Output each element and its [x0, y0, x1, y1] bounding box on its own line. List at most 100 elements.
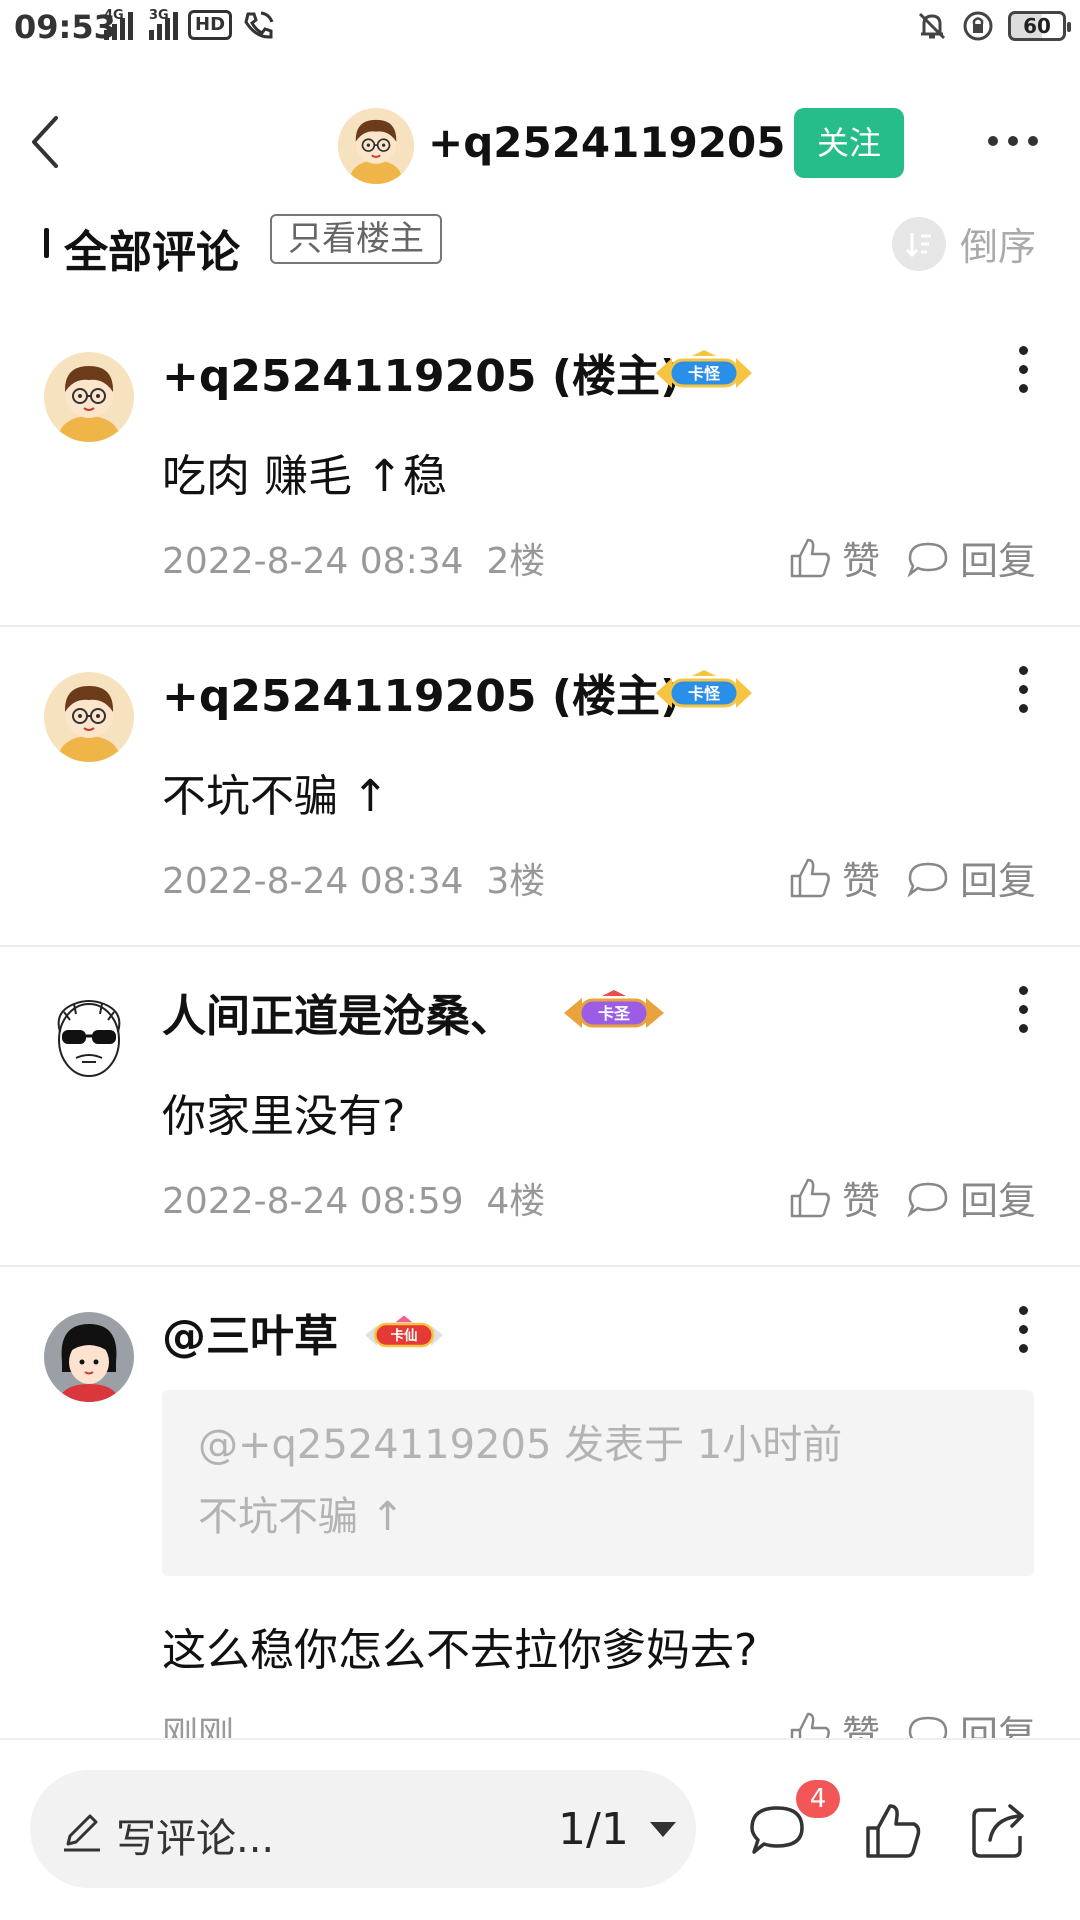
quote-text: 不坑不骗 ↑ [198, 1494, 405, 1540]
svg-text:卡圣: 卡圣 [598, 1004, 631, 1023]
reply-label: 回复 [959, 1713, 1036, 1738]
like-icon [790, 858, 830, 897]
more-icon[interactable] [988, 136, 1038, 146]
comment-text: 吃肉 赚毛 ↑稳 [162, 451, 447, 502]
page-dropdown-icon[interactable] [650, 1822, 676, 1837]
reply-icon [907, 1182, 948, 1218]
commenter-avatar[interactable] [44, 672, 134, 762]
reply-button[interactable]: 回复 [906, 530, 1036, 585]
pencil-icon [64, 1814, 100, 1852]
comment-item: +q2524119205 (楼主) 卡怪 吃肉 赚毛 ↑稳 2022-8-24 … [0, 340, 1080, 626]
comment-input[interactable]: 写评论... 1/1 [30, 1770, 696, 1888]
comment-floor: 2楼 [486, 541, 546, 582]
comment-menu-icon[interactable] [1019, 666, 1029, 713]
commenter-name[interactable]: +q2524119205 (楼主) [162, 660, 680, 724]
network-indicators: 4G 3G HD [104, 8, 276, 40]
comment-actions: 赞 回复 [788, 530, 1036, 585]
like-button[interactable]: 赞 [788, 530, 880, 585]
comment-menu-icon[interactable] [1019, 346, 1029, 393]
all-comments-title: 全部评论 [64, 227, 240, 278]
like-label: 赞 [841, 859, 880, 903]
like-label: 赞 [841, 1713, 880, 1738]
only-op-button[interactable]: 只看楼主 [270, 214, 442, 264]
quoted-comment[interactable]: @+q2524119205 发表于 1小时前 不坑不骗 ↑ [162, 1390, 1034, 1576]
comment-meta: 2022-8-24 08:59 4楼 [162, 1172, 545, 1224]
reply-button[interactable]: 回复 [906, 1704, 1036, 1738]
like-icon [790, 538, 830, 577]
commenter-name[interactable]: 人间正道是沧桑、 [162, 980, 514, 1044]
comment-meta: 2022-8-24 08:34 2楼 [162, 532, 545, 584]
battery-icon: 60 [1008, 11, 1071, 41]
comment-filter-bar: 全部评论 只看楼主 倒序 [0, 206, 1080, 278]
comment-text: 不坑不骗 ↑ [162, 771, 389, 822]
thumb-icon[interactable] [862, 1800, 924, 1862]
reply-button[interactable]: 回复 [906, 850, 1036, 905]
reply-label: 回复 [959, 539, 1036, 583]
reply-label: 回复 [959, 859, 1036, 903]
comment-actions: 赞 回复 [788, 1704, 1036, 1738]
status-right: 60 [916, 10, 1071, 42]
rotation-lock-icon [963, 11, 993, 41]
divider [0, 625, 1080, 627]
commenter-avatar[interactable] [44, 1312, 134, 1402]
comment-meta: 2022-8-24 08:34 3楼 [162, 852, 545, 904]
comment-text: 这么稳你怎么不去拉你爹妈去? [162, 1625, 758, 1676]
comment-menu-icon[interactable] [1019, 986, 1029, 1033]
hd-voice-icon: HD [188, 10, 233, 40]
reply-icon [907, 542, 948, 578]
like-button[interactable]: 赞 [788, 1170, 880, 1225]
section-marker [44, 228, 49, 258]
signal-4g-icon: 4G [104, 8, 133, 40]
comment-menu-icon[interactable] [1019, 1306, 1029, 1353]
cartoon-avatar-icon [44, 352, 134, 442]
sort-toggle[interactable]: 倒序 [891, 216, 1036, 271]
level-badge-icon: 卡怪 [656, 350, 752, 388]
quote-header: @+q2524119205 发表于 1小时前 [198, 1422, 843, 1468]
status-bar: 09:53 4G 3G HD 60 [0, 0, 1080, 56]
signal-3g-icon: 3G [149, 8, 178, 40]
comment-actions: 赞 回复 [788, 850, 1036, 905]
thread-header: +q2524119205 关注 [0, 88, 1080, 198]
comment-item: +q2524119205 (楼主) 卡怪 不坑不骗 ↑ 2022-8-24 08… [0, 660, 1080, 946]
sort-label: 倒序 [959, 225, 1036, 269]
comment-time: 刚刚 [162, 1715, 235, 1738]
comment-time: 2022-8-24 08:34 [162, 861, 464, 902]
comment-item: 人间正道是沧桑、 卡圣 你家里没有? 2022-8-24 08:59 4楼 赞 … [0, 980, 1080, 1266]
status-time: 09:53 [14, 8, 116, 46]
wifi-call-icon [244, 11, 274, 39]
sort-icon [891, 216, 946, 271]
commenter-avatar[interactable] [44, 992, 134, 1082]
reply-label: 回复 [959, 1179, 1036, 1223]
commenter-name[interactable]: +q2524119205 (楼主) [162, 340, 680, 404]
commenter-name[interactable]: @三叶草 [162, 1300, 338, 1364]
like-button[interactable]: 赞 [788, 1704, 880, 1738]
commenter-avatar[interactable] [44, 352, 134, 442]
svg-text:卡怪: 卡怪 [688, 684, 721, 703]
header-username[interactable]: +q2524119205 [428, 118, 786, 167]
comment-text: 你家里没有? [162, 1091, 406, 1142]
reply-icon [908, 1716, 948, 1738]
silent-bell-icon [918, 12, 946, 40]
share-icon[interactable] [968, 1800, 1030, 1862]
like-label: 赞 [841, 539, 880, 583]
follow-button[interactable]: 关注 [794, 108, 904, 178]
comment-time: 2022-8-24 08:59 [162, 1181, 464, 1222]
like-icon [790, 1712, 830, 1738]
svg-text:卡仙: 卡仙 [390, 1327, 417, 1344]
like-button[interactable]: 赞 [788, 850, 880, 905]
sunglasses-avatar-icon [44, 992, 134, 1082]
reply-icon [907, 862, 948, 898]
level-badge-icon: 卡怪 [656, 670, 752, 708]
svg-text:卡怪: 卡怪 [688, 364, 721, 383]
page-indicator[interactable]: 1/1 [558, 1804, 629, 1855]
comment-count-badge: 4 [796, 1780, 840, 1818]
divider [0, 945, 1080, 947]
back-icon[interactable] [26, 112, 66, 172]
level-badge-icon: 卡圣 [564, 990, 664, 1028]
header-avatar[interactable] [338, 108, 414, 184]
reply-button[interactable]: 回复 [906, 1170, 1036, 1225]
girl-avatar-icon [44, 1312, 134, 1402]
like-label: 赞 [841, 1179, 880, 1223]
comment-floor: 3楼 [486, 861, 546, 902]
comment-floor: 4楼 [486, 1181, 546, 1222]
